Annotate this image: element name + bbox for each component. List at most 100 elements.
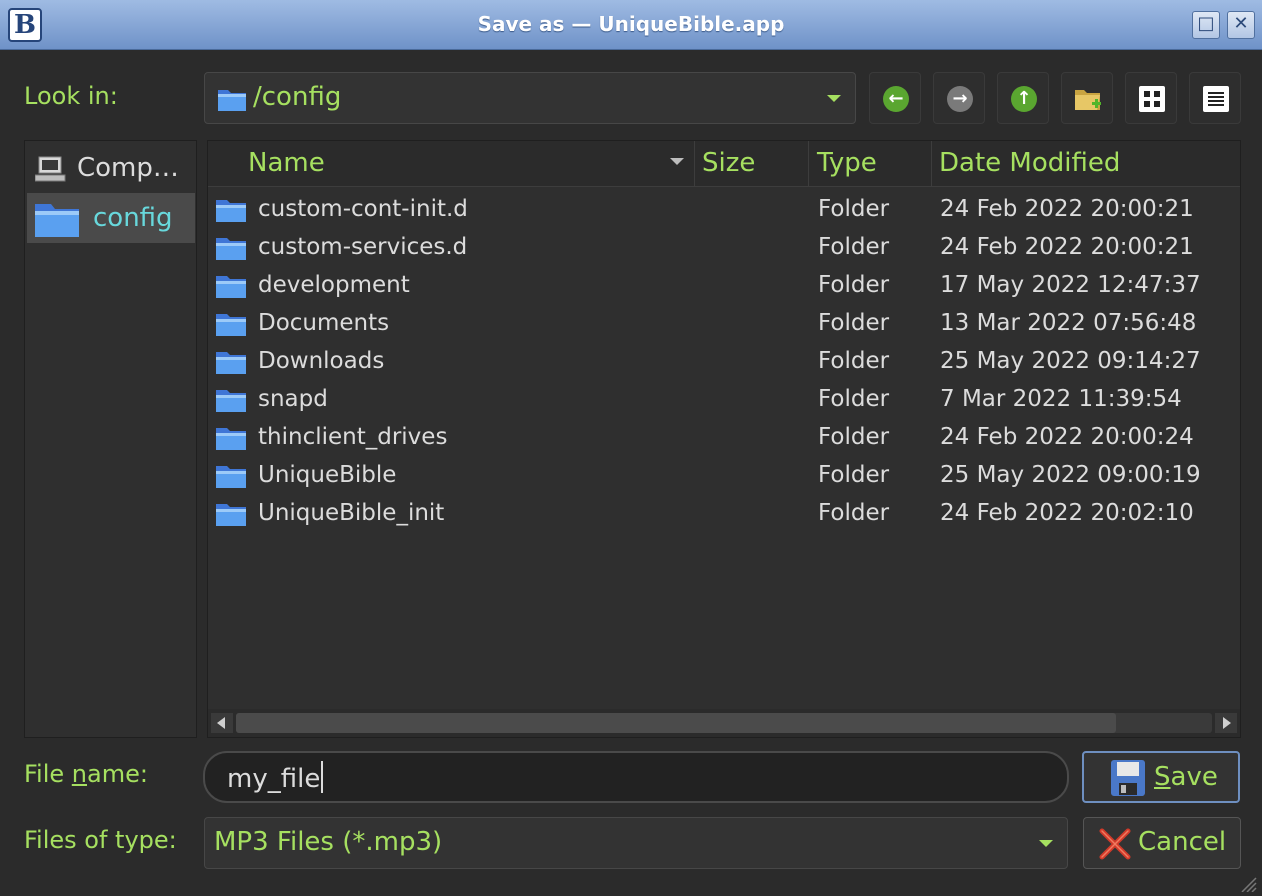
computer-icon [35, 156, 66, 182]
table-row[interactable]: custom-cont-init.d Folder 24 Feb 2022 20:0… [208, 191, 1240, 229]
folder-icon [218, 90, 246, 111]
column-header-size[interactable]: Size [695, 141, 809, 187]
look-in-combo[interactable]: /config [204, 72, 856, 124]
maximize-button[interactable]: □ [1192, 11, 1220, 39]
file-type-cell: Folder [818, 234, 890, 260]
table-row[interactable]: thinclient_drives Folder 24 Feb 2022 20:00… [208, 419, 1240, 457]
folder-icon [216, 466, 246, 488]
column-label: Size [702, 148, 756, 178]
forward-icon: → [947, 86, 973, 112]
label-part: ame: [87, 760, 148, 788]
file-date-cell: 13 Mar 2022 07:56:48 [940, 310, 1197, 336]
cancel-label: Cancel [1138, 827, 1227, 857]
sidebar-item-computer[interactable]: Comp… [27, 143, 195, 193]
files-of-type-combo[interactable]: MP3 Files (*.mp3) [204, 817, 1068, 869]
scrollbar-thumb[interactable] [236, 713, 1116, 733]
close-button[interactable]: ✕ [1227, 11, 1255, 39]
table-row[interactable]: custom-services.d Folder 24 Feb 2022 20:00… [208, 229, 1240, 267]
scroll-left-button[interactable] [211, 713, 233, 733]
arrow-left-icon [217, 717, 225, 729]
file-name-cell: custom-services.d [258, 234, 468, 260]
file-date-cell: 24 Feb 2022 20:00:21 [940, 234, 1194, 260]
column-label: Name [248, 148, 325, 178]
table-row[interactable]: development Folder 17 May 2022 12:47:37 [208, 267, 1240, 305]
file-type-cell: Folder [818, 386, 890, 412]
table-row[interactable]: UniqueBible Folder 25 May 2022 09:00:19 [208, 457, 1240, 495]
file-name-cell: Documents [258, 310, 390, 336]
folder-icon [216, 200, 246, 222]
file-list: Name Size Type Date Modified custom-cont… [207, 140, 1241, 738]
scroll-right-button[interactable] [1215, 713, 1237, 733]
folder-icon [216, 352, 246, 374]
horizontal-scrollbar[interactable] [208, 709, 1240, 737]
column-label: Type [817, 148, 877, 178]
file-type-cell: Folder [818, 310, 890, 336]
sidebar-item-label: Comp… [77, 153, 179, 183]
window-title: Save as — UniqueBible.app [477, 12, 785, 36]
file-date-cell: 17 May 2022 12:47:37 [940, 272, 1201, 298]
table-row[interactable]: UniqueBible_init Folder 24 Feb 2022 20:02:… [208, 495, 1240, 533]
column-header-date-modified[interactable]: Date Modified [932, 141, 1240, 187]
label-part: File [24, 760, 72, 788]
table-row[interactable]: Documents Folder 13 Mar 2022 07:56:48 [208, 305, 1240, 343]
new-folder-icon [1075, 90, 1101, 110]
column-header-name[interactable]: Name [208, 141, 695, 187]
folder-icon [216, 276, 246, 298]
file-type-cell: Folder [818, 196, 890, 222]
file-name-cell: Downloads [258, 348, 385, 374]
look-in-label: Look in: [24, 82, 118, 110]
file-date-cell: 25 May 2022 09:14:27 [940, 348, 1201, 374]
sidebar: Comp… config [24, 140, 197, 738]
sort-down-icon [670, 158, 684, 165]
new-folder-button[interactable] [1061, 72, 1113, 124]
title-bar: B Save as — UniqueBible.app □ ✕ [0, 0, 1262, 50]
column-header-type[interactable]: Type [809, 141, 932, 187]
file-name-value: my_file [227, 764, 321, 794]
file-date-cell: 7 Mar 2022 11:39:54 [940, 386, 1182, 412]
cancel-x-icon [1099, 828, 1131, 860]
file-name-cell: UniqueBible_init [258, 500, 445, 526]
arrow-right-icon [1223, 717, 1231, 729]
icon-view-button[interactable] [1125, 72, 1177, 124]
folder-icon [35, 204, 79, 237]
file-type-cell: Folder [818, 348, 890, 374]
folder-icon [216, 390, 246, 412]
file-name-cell: development [258, 272, 410, 298]
file-date-cell: 24 Feb 2022 20:02:10 [940, 500, 1194, 526]
detail-view-button[interactable] [1189, 72, 1241, 124]
detail-view-icon [1203, 86, 1229, 112]
resize-grip-icon[interactable] [1240, 876, 1258, 892]
table-row[interactable]: Downloads Folder 25 May 2022 09:14:27 [208, 343, 1240, 381]
chevron-down-icon [827, 95, 841, 102]
label-mnemonic: S [1154, 762, 1171, 792]
chevron-down-icon [1039, 840, 1053, 847]
column-label: Date Modified [939, 148, 1121, 178]
file-name-cell: snapd [258, 386, 328, 412]
file-date-cell: 24 Feb 2022 20:00:24 [940, 424, 1194, 450]
files-of-type-label: Files of type: [24, 826, 177, 854]
file-type-cell: Folder [818, 424, 890, 450]
forward-button[interactable]: → [933, 72, 985, 124]
file-name-input[interactable]: my_file [203, 751, 1069, 803]
back-button[interactable]: ← [869, 72, 921, 124]
sidebar-item-label: config [93, 203, 173, 233]
icon-view-icon [1139, 86, 1165, 112]
folder-icon [216, 238, 246, 260]
file-name-cell: thinclient_drives [258, 424, 448, 450]
up-button[interactable]: ↑ [997, 72, 1049, 124]
table-row[interactable]: snapd Folder 7 Mar 2022 11:39:54 [208, 381, 1240, 419]
file-name-label: File name: [24, 760, 148, 788]
folder-icon [216, 504, 246, 526]
label-mnemonic: n [71, 760, 88, 788]
sidebar-item-config[interactable]: config [27, 193, 195, 243]
file-list-header: Name Size Type Date Modified [208, 141, 1240, 187]
back-icon: ← [883, 86, 909, 112]
folder-icon [216, 314, 246, 336]
save-button[interactable]: Save [1082, 751, 1240, 803]
cancel-button[interactable]: Cancel [1083, 817, 1241, 869]
up-icon: ↑ [1011, 86, 1037, 112]
file-date-cell: 25 May 2022 09:00:19 [940, 462, 1201, 488]
label-part: ave [1170, 762, 1218, 792]
files-of-type-value: MP3 Files (*.mp3) [214, 827, 443, 857]
file-type-cell: Folder [818, 500, 890, 526]
